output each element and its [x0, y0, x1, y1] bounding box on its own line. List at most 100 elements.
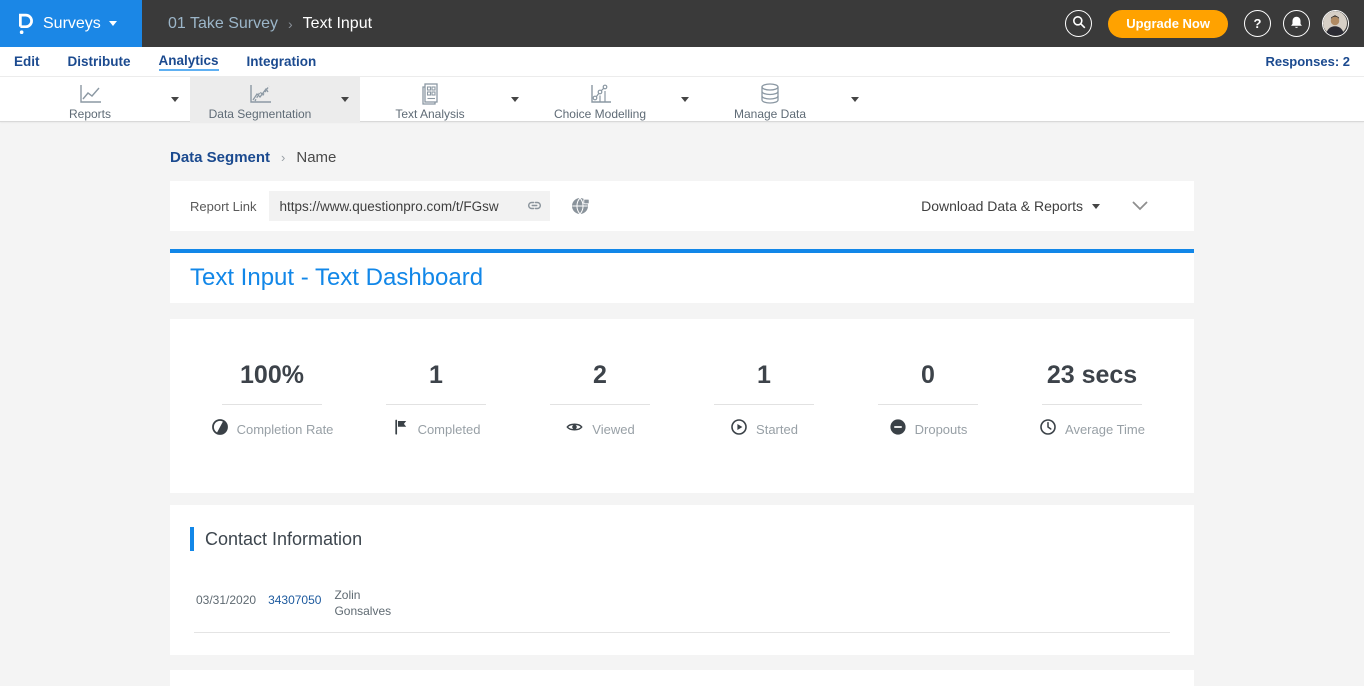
divider [222, 404, 322, 405]
toolbar-item-label: Choice Modelling [554, 107, 646, 121]
tab-distribute[interactable]: Distribute [68, 54, 131, 70]
download-data-reports-label: Download Data & Reports [921, 198, 1083, 214]
secure-globe-icon[interactable] [570, 196, 592, 216]
response-id-link[interactable]: 34307050 [268, 587, 321, 619]
product-label: Surveys [43, 15, 101, 33]
collapse-bar-chevron[interactable] [1132, 201, 1148, 211]
toolbar-item-label: Reports [69, 107, 111, 121]
stat-value: 1 [682, 361, 846, 390]
notifications-button[interactable] [1283, 10, 1310, 37]
survey-tabs: Edit Distribute Analytics Integration Re… [0, 47, 1364, 77]
stat-label: Viewed [592, 422, 634, 437]
play-circle-icon [730, 418, 748, 441]
clock-icon [1039, 418, 1057, 441]
stat-label: Completion Rate [237, 422, 334, 437]
stat-completion-rate: 100% Completion Rate [190, 361, 354, 493]
caret-down-icon [681, 97, 689, 102]
report-link-field [269, 191, 550, 221]
contact-information-heading: Contact Information [205, 529, 362, 550]
stat-value: 0 [846, 361, 1010, 390]
response-date: 03/31/2020 [196, 587, 256, 619]
stat-label: Dropouts [915, 422, 968, 437]
search-button[interactable] [1065, 10, 1092, 37]
stat-label: Average Time [1065, 422, 1145, 437]
help-button[interactable]: ? [1244, 10, 1271, 37]
minus-circle-icon [889, 418, 907, 441]
tab-edit[interactable]: Edit [14, 54, 40, 70]
section-header: Contact Information [190, 527, 1174, 551]
caret-down-icon [511, 97, 519, 102]
completion-gauge-icon [211, 418, 229, 441]
header-actions: Upgrade Now ? [1065, 10, 1364, 38]
divider [386, 404, 486, 405]
divider [194, 632, 1170, 633]
user-avatar[interactable] [1322, 10, 1349, 37]
responses-count[interactable]: Responses: 2 [1265, 54, 1350, 69]
breadcrumb-separator: › [288, 16, 293, 32]
caret-down-icon [171, 97, 179, 102]
stat-value: 100% [190, 361, 354, 390]
toolbar-item-label: Manage Data [734, 107, 806, 121]
report-link-bar: Report Link Download Data & Reports [170, 181, 1194, 231]
upgrade-now-button[interactable]: Upgrade Now [1108, 10, 1228, 38]
report-link-input[interactable] [269, 191, 550, 221]
flag-icon [392, 418, 410, 441]
toolbar-item-choice-modelling[interactable]: Choice Modelling [530, 77, 670, 122]
toolbar-group-text-analysis: Text Analysis [360, 77, 530, 122]
chevron-down-icon [109, 21, 117, 26]
toolbar-group-data-segmentation: Data Segmentation [190, 77, 360, 122]
toolbar-group-reports: Reports [20, 77, 190, 122]
database-icon [755, 82, 785, 106]
stat-viewed: 2 Viewed [518, 361, 682, 493]
download-data-reports-dropdown[interactable]: Download Data & Reports [921, 198, 1100, 214]
report-link-label: Report Link [190, 199, 256, 214]
next-section-card [170, 670, 1194, 686]
breadcrumb-current: Name [296, 149, 336, 166]
breadcrumb: Data Segment › Name [170, 147, 1364, 167]
caret-down-icon [1092, 204, 1100, 209]
survey-stats-card: 100% Completion Rate 1 Completed [170, 319, 1194, 493]
dashboard-title: Text Input - Text Dashboard [190, 264, 483, 292]
contact-information-card: Contact Information 03/31/2020 34307050 … [170, 505, 1194, 655]
scatter-chart-icon [585, 82, 615, 106]
data-segmentation-dropdown-caret[interactable] [330, 77, 360, 122]
manage-data-dropdown-caret[interactable] [840, 77, 870, 122]
toolbar-item-data-segmentation[interactable]: Data Segmentation [190, 77, 330, 122]
divider [714, 404, 814, 405]
caret-down-icon [341, 97, 349, 102]
toolbar-group-choice-modelling: Choice Modelling [530, 77, 700, 122]
header-breadcrumb: 01 Take Survey › Text Input [168, 15, 372, 33]
stat-started: 1 Started [682, 361, 846, 493]
contact-row: 03/31/2020 34307050 Zolin Gonsalves [196, 587, 1174, 619]
stat-average-time: 23 secs Average Time [1010, 361, 1174, 493]
search-icon [1072, 15, 1086, 32]
caret-down-icon [851, 97, 859, 102]
stat-value: 1 [354, 361, 518, 390]
survey-name-link[interactable]: 01 Take Survey [168, 15, 278, 33]
accent-bar [190, 527, 194, 551]
tab-integration[interactable]: Integration [247, 54, 317, 70]
text-document-icon [415, 82, 445, 106]
surveys-product-menu[interactable]: Surveys [0, 0, 142, 47]
choice-modelling-dropdown-caret[interactable] [670, 77, 700, 122]
questionpro-logo-icon [14, 11, 34, 36]
toolbar-item-reports[interactable]: Reports [20, 77, 160, 122]
link-icon[interactable] [526, 198, 543, 218]
dashboard-title-card: Text Input - Text Dashboard [170, 249, 1194, 303]
tab-analytics[interactable]: Analytics [159, 53, 219, 71]
breadcrumb-separator: › [281, 150, 285, 165]
stat-label: Completed [418, 422, 481, 437]
stat-value: 2 [518, 361, 682, 390]
reports-dropdown-caret[interactable] [160, 77, 190, 122]
toolbar-item-manage-data[interactable]: Manage Data [700, 77, 840, 122]
respondent-name: Zolin Gonsalves [334, 587, 396, 619]
text-analysis-dropdown-caret[interactable] [500, 77, 530, 122]
eye-icon [565, 418, 584, 441]
toolbar-item-label: Data Segmentation [209, 107, 312, 121]
bell-icon [1289, 15, 1304, 33]
toolbar-item-text-analysis[interactable]: Text Analysis [360, 77, 500, 122]
page-content: Data Segment › Name Report Link [0, 122, 1364, 686]
stat-label: Started [756, 422, 798, 437]
question-mark-icon: ? [1254, 16, 1262, 31]
breadcrumb-data-segment-link[interactable]: Data Segment [170, 149, 270, 166]
